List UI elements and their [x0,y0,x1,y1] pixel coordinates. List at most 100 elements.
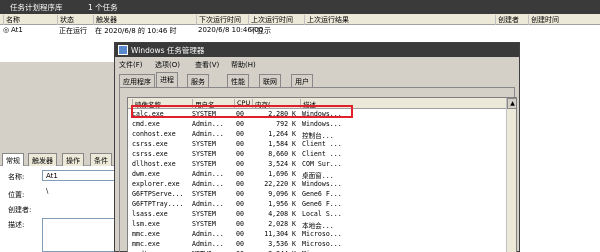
process-image-name: mmc.exe [132,240,160,248]
process-row[interactable]: csrss.exe SYSTEM 00 8,660 K Client ... [128,150,516,160]
process-memory: 11,304 K [264,230,296,238]
task-manager-window: Windows 任务管理器 文件(F) 选项(O) 查看(V) 帮助(H) 应用… [114,42,520,252]
description-label: 描述: [8,221,25,229]
process-row[interactable]: conhost.exe Admin... 00 1,264 K 控制台... [128,130,516,140]
tab-processes[interactable]: 进程 [156,72,178,87]
col-status[interactable]: 状态 [57,15,74,25]
col-created[interactable]: 创建时间 [528,15,559,25]
process-row[interactable]: lsass.exe SYSTEM 00 4,208 K Local S... [128,210,516,220]
process-row[interactable]: mmc.exe Admin... 00 11,304 K Microso... [128,230,516,240]
process-cpu: 00 [236,210,244,218]
process-image-name: explorer.exe [132,180,180,188]
process-user-name: Admin... [192,180,224,188]
process-image-name: lsm.exe [132,220,160,228]
tab-users[interactable]: 用户 [291,74,313,87]
tab-performance[interactable]: 性能 [227,74,249,87]
process-image-name: dllhost.exe [132,160,176,168]
col-last-run[interactable]: 上次运行时间 [248,15,293,25]
process-description: COM Sur... [302,160,342,168]
process-row[interactable]: cmd.exe Admin... 00 792 K Windows... [128,120,516,130]
col-last-result[interactable]: 上次运行结果 [304,15,349,25]
process-memory: 792 K [276,120,296,128]
process-memory: 1,696 K [268,170,296,178]
tab-actions[interactable]: 操作 [62,153,84,166]
tab-general[interactable]: 常规 [2,153,24,166]
process-row[interactable]: G6FTPServe... SYSTEM 00 9,096 K Gene6 F... [128,190,516,200]
process-cpu: 00 [236,140,244,148]
process-memory: 22,220 K [264,180,296,188]
tab-conditions[interactable]: 条件 [90,153,112,166]
process-description: Windows... [302,180,342,188]
process-cpu: 00 [236,150,244,158]
task-name: At1 [11,26,23,34]
process-user-name: Admin... [192,120,224,128]
task-trigger: 在 2020/6/8 的 10:46 时 [95,27,177,35]
highlight-box [131,105,353,118]
process-memory: 3,536 K [268,240,296,248]
process-image-name: csrss.exe [132,150,168,158]
col-name[interactable]: 名称 [3,15,20,25]
process-row[interactable]: dllhost.exe SYSTEM 00 3,524 K COM Sur... [128,160,516,170]
process-list: 映像名称 用户名 CPU 内存(... 描述 calc.exe SYSTEM 00 2… [127,97,517,252]
process-user-name: SYSTEM [192,140,216,148]
process-user-name: Admin... [192,130,224,138]
process-description: 控制台... [302,132,334,140]
process-description: 本地会... [302,222,334,230]
process-user-name: Admin... [192,170,224,178]
tab-triggers[interactable]: 触发器 [28,153,57,166]
process-image-name: conhost.exe [132,130,176,138]
process-description: Windows... [302,120,342,128]
name-label: 名称: [8,173,25,181]
task-manager-icon [118,45,128,55]
process-cpu: 00 [236,220,244,228]
process-row[interactable]: lsm.exe SYSTEM 00 2,028 K 本地会... [128,220,516,230]
process-description: Client ... [302,140,342,148]
task-status: 正在运行 [59,27,87,35]
process-description: Client ... [302,150,342,158]
process-scrollbar[interactable]: ▲ [506,98,516,252]
process-memory: 1,956 K [268,200,296,208]
menu-help[interactable]: 帮助(H) [231,60,256,70]
process-user-name: Admin... [192,200,224,208]
scroll-up-icon[interactable]: ▲ [507,98,516,109]
process-memory: 3,524 K [268,160,296,168]
scheduler-header: 任务计划程序库 1 个任务 [0,0,600,14]
process-description: Local S... [302,210,342,218]
process-row[interactable]: dwm.exe Admin... 00 1,696 K 桌面窗... [128,170,516,180]
menu-view[interactable]: 查看(V) [195,60,219,70]
process-user-name: Admin... [192,230,224,238]
process-memory: 1,584 K [268,140,296,148]
process-image-name: mmc.exe [132,230,160,238]
tab-applications[interactable]: 应用程序 [119,74,155,87]
process-user-name: Admin... [192,240,224,248]
process-memory: 1,264 K [268,130,296,138]
tab-services[interactable]: 服务 [187,74,209,87]
process-cpu: 00 [236,230,244,238]
process-cpu: 00 [236,190,244,198]
process-row[interactable]: explorer.exe Admin... 00 22,220 K Windows... [128,180,516,190]
col-trigger[interactable]: 触发器 [93,15,117,25]
task-manager-title: Windows 任务管理器 [131,46,205,55]
process-user-name: SYSTEM [192,150,216,158]
process-cpu: 00 [236,240,244,248]
process-memory: 4,208 K [268,210,296,218]
col-author[interactable]: 创建者 [495,15,519,25]
process-memory: 8,660 K [268,150,296,158]
col-next-run[interactable]: 下次运行时间 [196,15,241,25]
process-row[interactable]: G6FTPTray.... Admin... 00 1,956 K Gene6 F... [128,200,516,210]
task-row[interactable]: ◎ At1 正在运行 在 2020/6/8 的 10:46 时 2020/6/8… [0,26,600,36]
description-field[interactable] [42,218,120,252]
process-image-name: G6FTPTray.... [132,200,184,208]
process-row[interactable]: csrss.exe SYSTEM 00 1,584 K Client ... [128,140,516,150]
process-cpu: 00 [236,120,244,128]
tab-networking[interactable]: 联网 [259,74,281,87]
name-value: At1 [46,172,58,180]
author-label: 创建者: [8,206,32,214]
process-cpu: 00 [236,130,244,138]
menu-file[interactable]: 文件(F) [119,60,143,70]
task-manager-titlebar[interactable]: Windows 任务管理器 [115,43,519,57]
menu-options[interactable]: 选项(O) [155,60,180,70]
process-description: Microso... [302,240,342,248]
process-image-name: lsass.exe [132,210,168,218]
process-row[interactable]: mmc.exe Admin... 00 3,536 K Microso... [128,240,516,250]
